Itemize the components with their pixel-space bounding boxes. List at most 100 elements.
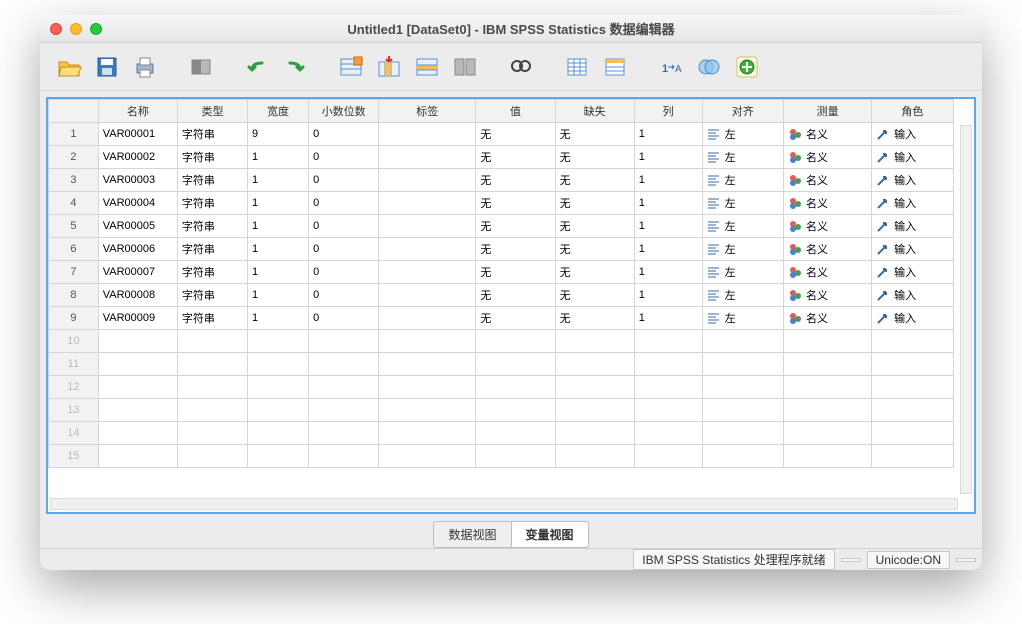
empty-cell[interactable] bbox=[783, 353, 871, 376]
empty-cell[interactable] bbox=[309, 445, 379, 468]
cell-missing[interactable]: 无 bbox=[555, 192, 634, 215]
empty-cell[interactable] bbox=[555, 330, 634, 353]
insert-case-button[interactable] bbox=[410, 50, 444, 84]
empty-cell[interactable] bbox=[98, 399, 177, 422]
empty-cell[interactable] bbox=[872, 376, 953, 399]
row-number[interactable]: 1 bbox=[49, 123, 99, 146]
empty-cell[interactable] bbox=[177, 330, 247, 353]
cell-measure[interactable]: 名义 bbox=[783, 261, 871, 284]
cell-columns[interactable]: 1 bbox=[634, 169, 702, 192]
cell-missing[interactable]: 无 bbox=[555, 284, 634, 307]
empty-cell[interactable] bbox=[98, 445, 177, 468]
cell-align[interactable]: 左 bbox=[702, 307, 783, 330]
empty-cell[interactable] bbox=[379, 399, 476, 422]
dialog-recall-button[interactable] bbox=[334, 50, 368, 84]
empty-cell[interactable] bbox=[872, 353, 953, 376]
variable-row[interactable]: 5VAR00005字符串10无无1左名义输入 bbox=[49, 215, 974, 238]
empty-cell[interactable] bbox=[555, 353, 634, 376]
cell-decimals[interactable]: 0 bbox=[309, 192, 379, 215]
cell-values[interactable]: 无 bbox=[476, 307, 555, 330]
cell-type[interactable]: 字符串 bbox=[177, 123, 247, 146]
cell-measure[interactable]: 名义 bbox=[783, 146, 871, 169]
empty-cell[interactable] bbox=[872, 445, 953, 468]
split-file-button[interactable] bbox=[448, 50, 482, 84]
row-number[interactable]: 4 bbox=[49, 192, 99, 215]
empty-cell[interactable] bbox=[555, 445, 634, 468]
print-button[interactable] bbox=[128, 50, 162, 84]
cell-measure[interactable]: 名义 bbox=[783, 192, 871, 215]
empty-cell[interactable] bbox=[634, 445, 702, 468]
cell-width[interactable]: 1 bbox=[248, 307, 309, 330]
empty-row[interactable]: 12 bbox=[49, 376, 974, 399]
cell-label[interactable] bbox=[379, 307, 476, 330]
row-number[interactable]: 7 bbox=[49, 261, 99, 284]
cell-role[interactable]: 输入 bbox=[872, 169, 953, 192]
goto-case-button[interactable] bbox=[184, 50, 218, 84]
row-number[interactable]: 6 bbox=[49, 238, 99, 261]
row-number[interactable]: 15 bbox=[49, 445, 99, 468]
empty-cell[interactable] bbox=[555, 399, 634, 422]
cell-values[interactable]: 无 bbox=[476, 261, 555, 284]
empty-cell[interactable] bbox=[476, 376, 555, 399]
redo-button[interactable] bbox=[278, 50, 312, 84]
variable-row[interactable]: 7VAR00007字符串10无无1左名义输入 bbox=[49, 261, 974, 284]
cell-decimals[interactable]: 0 bbox=[309, 146, 379, 169]
cell-missing[interactable]: 无 bbox=[555, 146, 634, 169]
empty-cell[interactable] bbox=[634, 399, 702, 422]
cell-values[interactable]: 无 bbox=[476, 146, 555, 169]
cell-decimals[interactable]: 0 bbox=[309, 169, 379, 192]
empty-cell[interactable] bbox=[783, 376, 871, 399]
variable-row[interactable]: 9VAR00009字符串10无无1左名义输入 bbox=[49, 307, 974, 330]
empty-cell[interactable] bbox=[872, 422, 953, 445]
cell-align[interactable]: 左 bbox=[702, 169, 783, 192]
empty-cell[interactable] bbox=[248, 330, 309, 353]
cell-width[interactable]: 1 bbox=[248, 284, 309, 307]
row-number[interactable]: 9 bbox=[49, 307, 99, 330]
cell-type[interactable]: 字符串 bbox=[177, 146, 247, 169]
col-header[interactable]: 类型 bbox=[177, 100, 247, 123]
cell-width[interactable]: 1 bbox=[248, 146, 309, 169]
cell-measure[interactable]: 名义 bbox=[783, 123, 871, 146]
cell-width[interactable]: 1 bbox=[248, 261, 309, 284]
empty-cell[interactable] bbox=[177, 353, 247, 376]
empty-cell[interactable] bbox=[309, 353, 379, 376]
empty-cell[interactable] bbox=[783, 399, 871, 422]
cell-missing[interactable]: 无 bbox=[555, 169, 634, 192]
empty-row[interactable]: 10 bbox=[49, 330, 974, 353]
empty-cell[interactable] bbox=[476, 330, 555, 353]
empty-cell[interactable] bbox=[872, 399, 953, 422]
variable-row[interactable]: 2VAR00002字符串10无无1左名义输入 bbox=[49, 146, 974, 169]
empty-cell[interactable] bbox=[634, 376, 702, 399]
cell-name[interactable]: VAR00001 bbox=[98, 123, 177, 146]
cell-columns[interactable]: 1 bbox=[634, 215, 702, 238]
cell-missing[interactable]: 无 bbox=[555, 215, 634, 238]
cell-name[interactable]: VAR00005 bbox=[98, 215, 177, 238]
row-number[interactable]: 10 bbox=[49, 330, 99, 353]
cell-align[interactable]: 左 bbox=[702, 261, 783, 284]
cell-name[interactable]: VAR00006 bbox=[98, 238, 177, 261]
run-button[interactable] bbox=[730, 50, 764, 84]
empty-cell[interactable] bbox=[177, 422, 247, 445]
empty-cell[interactable] bbox=[248, 376, 309, 399]
row-number[interactable]: 14 bbox=[49, 422, 99, 445]
empty-cell[interactable] bbox=[248, 353, 309, 376]
empty-cell[interactable] bbox=[634, 330, 702, 353]
cell-missing[interactable]: 无 bbox=[555, 123, 634, 146]
vertical-scrollbar[interactable] bbox=[960, 125, 972, 494]
empty-cell[interactable] bbox=[783, 422, 871, 445]
cell-values[interactable]: 无 bbox=[476, 238, 555, 261]
empty-cell[interactable] bbox=[872, 330, 953, 353]
row-number[interactable]: 3 bbox=[49, 169, 99, 192]
open-file-button[interactable] bbox=[52, 50, 86, 84]
cell-label[interactable] bbox=[379, 215, 476, 238]
cell-label[interactable] bbox=[379, 123, 476, 146]
cell-type[interactable]: 字符串 bbox=[177, 307, 247, 330]
empty-cell[interactable] bbox=[702, 376, 783, 399]
empty-cell[interactable] bbox=[555, 422, 634, 445]
horizontal-scrollbar[interactable] bbox=[50, 498, 958, 510]
empty-cell[interactable] bbox=[309, 376, 379, 399]
empty-cell[interactable] bbox=[98, 330, 177, 353]
cell-name[interactable]: VAR00004 bbox=[98, 192, 177, 215]
cell-columns[interactable]: 1 bbox=[634, 307, 702, 330]
empty-cell[interactable] bbox=[379, 330, 476, 353]
